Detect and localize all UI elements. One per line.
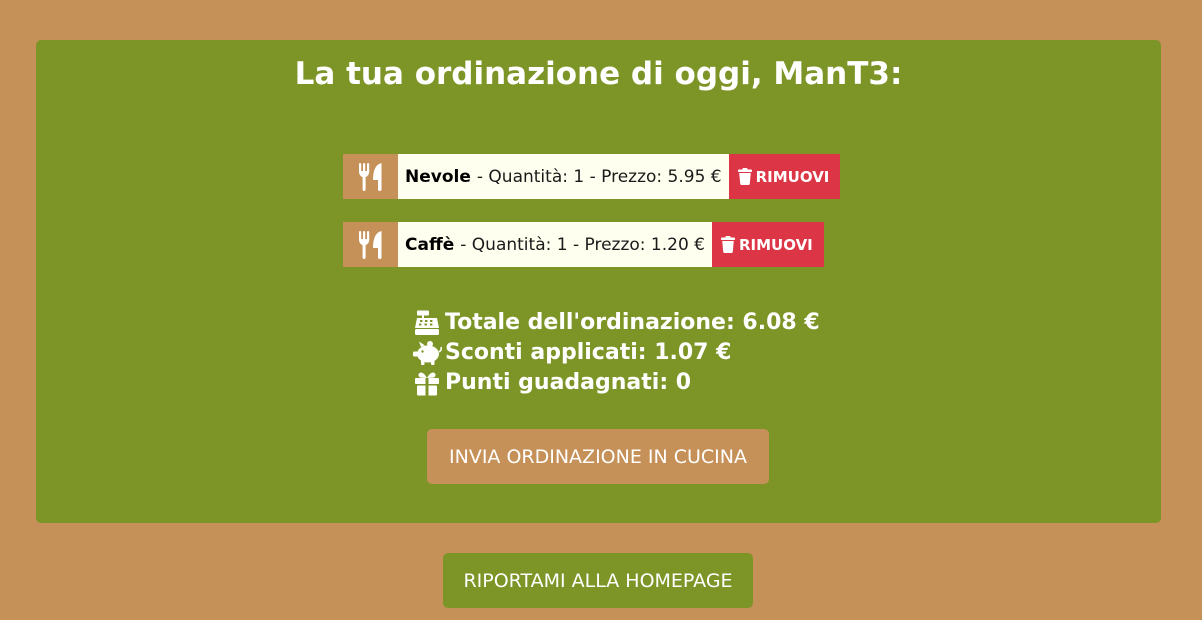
trash-icon bbox=[737, 168, 752, 185]
item-name: Nevole bbox=[405, 166, 471, 187]
order-total: Totale dell'ordinazione: 6.08 € bbox=[411, 308, 820, 338]
order-points: Punti guadagnati: 0 bbox=[411, 368, 820, 398]
points-text: Punti guadagnati: 0 bbox=[445, 370, 692, 395]
item-name: Caffè bbox=[405, 234, 455, 255]
send-order-button[interactable]: INVIA ORDINAZIONE IN CUCINA bbox=[427, 429, 769, 484]
item-details: Caffè - Quantità: 1 - Prezzo: 1.20 € bbox=[398, 222, 712, 267]
total-text: Totale dell'ordinazione: 6.08 € bbox=[445, 310, 820, 335]
item-info: - Quantità: 1 - Prezzo: 1.20 € bbox=[460, 234, 705, 255]
remove-button[interactable]: RIMUOVI bbox=[711, 222, 824, 267]
order-card: La tua ordinazione di oggi, ManT3: Nevol… bbox=[36, 40, 1161, 523]
remove-label: RIMUOVI bbox=[738, 235, 813, 254]
order-item: Caffè - Quantità: 1 - Prezzo: 1.20 € RIM… bbox=[343, 222, 824, 267]
discounts-text: Sconti applicati: 1.07 € bbox=[445, 340, 732, 365]
utensils-icon bbox=[343, 154, 398, 199]
page-title: La tua ordinazione di oggi, ManT3: bbox=[294, 56, 903, 92]
remove-label: RIMUOVI bbox=[755, 167, 830, 186]
cash-register-icon bbox=[411, 310, 442, 336]
order-item: Nevole - Quantità: 1 - Prezzo: 5.95 € RI… bbox=[343, 154, 841, 199]
piggy-bank-icon bbox=[411, 340, 442, 366]
order-discounts: Sconti applicati: 1.07 € bbox=[411, 338, 820, 368]
order-summary: Totale dell'ordinazione: 6.08 € Sconti a… bbox=[411, 308, 820, 398]
remove-button[interactable]: RIMUOVI bbox=[728, 154, 841, 199]
item-details: Nevole - Quantità: 1 - Prezzo: 5.95 € bbox=[398, 154, 729, 199]
gift-icon bbox=[411, 370, 442, 396]
item-info: - Quantità: 1 - Prezzo: 5.95 € bbox=[476, 166, 722, 187]
trash-icon bbox=[720, 236, 735, 253]
utensils-icon bbox=[343, 222, 398, 267]
homepage-button[interactable]: RIPORTAMI ALLA HOMEPAGE bbox=[443, 553, 753, 608]
